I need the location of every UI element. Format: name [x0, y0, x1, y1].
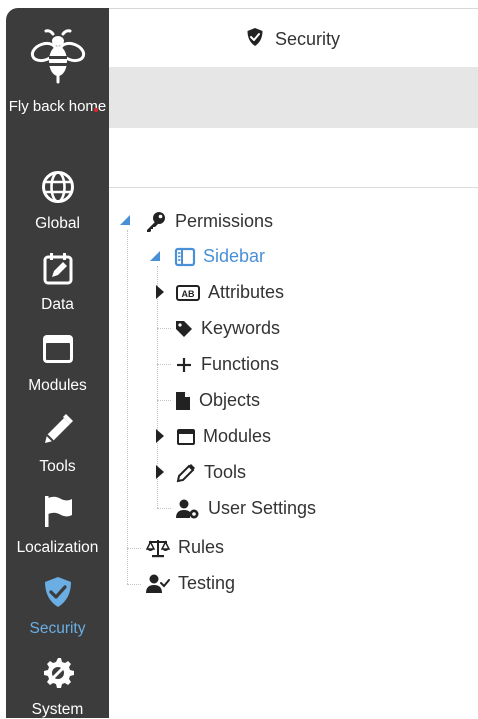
- divider: [109, 187, 478, 188]
- tree-node-permissions[interactable]: Permissions: [145, 210, 273, 232]
- tree-node-label: Objects: [199, 390, 261, 410]
- tree-node-attributes[interactable]: AB Attributes: [176, 282, 284, 303]
- sidebar-item-label: Data: [41, 296, 74, 313]
- pencil-icon: [176, 463, 196, 483]
- sidebar-item-security[interactable]: Security: [6, 575, 109, 638]
- shield-check-icon: [6, 575, 109, 614]
- plus-icon: [175, 356, 193, 374]
- tree-guide-line: [157, 508, 171, 509]
- home-label: Fly back home: [8, 98, 107, 115]
- tree-node-label: Tools: [204, 462, 247, 482]
- gear-wrench-icon: [6, 656, 109, 695]
- tree-node-label: Attributes: [208, 282, 285, 302]
- page-title: Security: [246, 27, 340, 52]
- toolbar-area: [109, 67, 478, 128]
- tree-guide-line: [157, 364, 171, 365]
- tree-node-label: Keywords: [201, 318, 281, 338]
- tree-guide-line: [127, 584, 141, 585]
- page-title-text: Security: [275, 29, 341, 49]
- bee-icon: [6, 28, 109, 91]
- tree-node-label: User Settings: [208, 498, 317, 518]
- sidebar-item-data[interactable]: Data: [6, 251, 109, 314]
- header-bar: Security: [109, 8, 478, 68]
- sidebar-item-home[interactable]: Fly back home: [6, 28, 109, 118]
- sidebar-item-tools[interactable]: Tools: [6, 413, 109, 476]
- sidebar-item-label: Tools: [39, 458, 76, 475]
- tree-node-label: Testing: [178, 573, 236, 593]
- flag-icon: [6, 494, 109, 533]
- calendar-edit-icon: [6, 251, 109, 290]
- sidebar-item-label: Modules: [28, 377, 87, 394]
- shield-check-icon: [246, 27, 264, 52]
- sidebar-item-modules[interactable]: Modules: [6, 332, 109, 395]
- tree-node-label: Rules: [178, 537, 225, 557]
- sidebar-item-label: Global: [35, 215, 80, 232]
- file-icon: [175, 391, 191, 411]
- tree-node-sidebar[interactable]: Sidebar: [174, 246, 265, 267]
- expand-icon[interactable]: [155, 465, 165, 484]
- tree-node-rules[interactable]: Rules: [146, 537, 224, 558]
- tree-node-objects[interactable]: Objects: [175, 390, 260, 411]
- sidebar-item-system[interactable]: System: [6, 656, 109, 719]
- tree-node-functions[interactable]: Functions: [175, 354, 279, 375]
- tree-node-user-settings[interactable]: User Settings: [176, 498, 316, 519]
- pencil-icon: [6, 413, 109, 452]
- ab-tag-icon: AB: [176, 284, 200, 301]
- user-gear-icon: [176, 499, 200, 519]
- tree-node-label: Modules: [203, 426, 272, 446]
- tree-node-keywords[interactable]: Keywords: [175, 318, 280, 339]
- tree-guide-line: [157, 400, 171, 401]
- tree-node-tools[interactable]: Tools: [176, 462, 246, 483]
- tree-node-label: Permissions: [175, 210, 274, 231]
- collapse-icon[interactable]: [119, 213, 131, 231]
- svg-text:AB: AB: [182, 289, 195, 299]
- user-check-icon: [146, 574, 170, 594]
- tree-guide-line: [127, 230, 128, 584]
- sidebar-icon: [174, 247, 196, 267]
- tree-node-label: Sidebar: [203, 246, 266, 266]
- window-icon: [6, 332, 109, 371]
- sidebar-item-localization[interactable]: Localization: [6, 494, 109, 557]
- expand-icon[interactable]: [155, 285, 165, 304]
- expand-icon[interactable]: [155, 429, 165, 448]
- tag-icon: [175, 320, 193, 338]
- key-icon: [145, 210, 167, 232]
- notification-dot: [94, 108, 98, 112]
- sidebar-item-global[interactable]: Global: [6, 170, 109, 233]
- sidebar-item-label: Security: [29, 620, 86, 637]
- globe-icon: [6, 170, 109, 209]
- sidebar-item-label: System: [31, 701, 84, 718]
- tree-guide-line: [127, 548, 141, 549]
- collapse-icon[interactable]: [149, 249, 161, 267]
- window-icon: [176, 428, 196, 446]
- tree-guide-line: [157, 328, 171, 329]
- tree-node-label: Functions: [201, 354, 280, 374]
- scale-icon: [146, 538, 170, 558]
- tree-node-testing[interactable]: Testing: [146, 573, 235, 594]
- tree-node-modules[interactable]: Modules: [176, 426, 271, 447]
- sidebar-item-label: Localization: [16, 539, 99, 556]
